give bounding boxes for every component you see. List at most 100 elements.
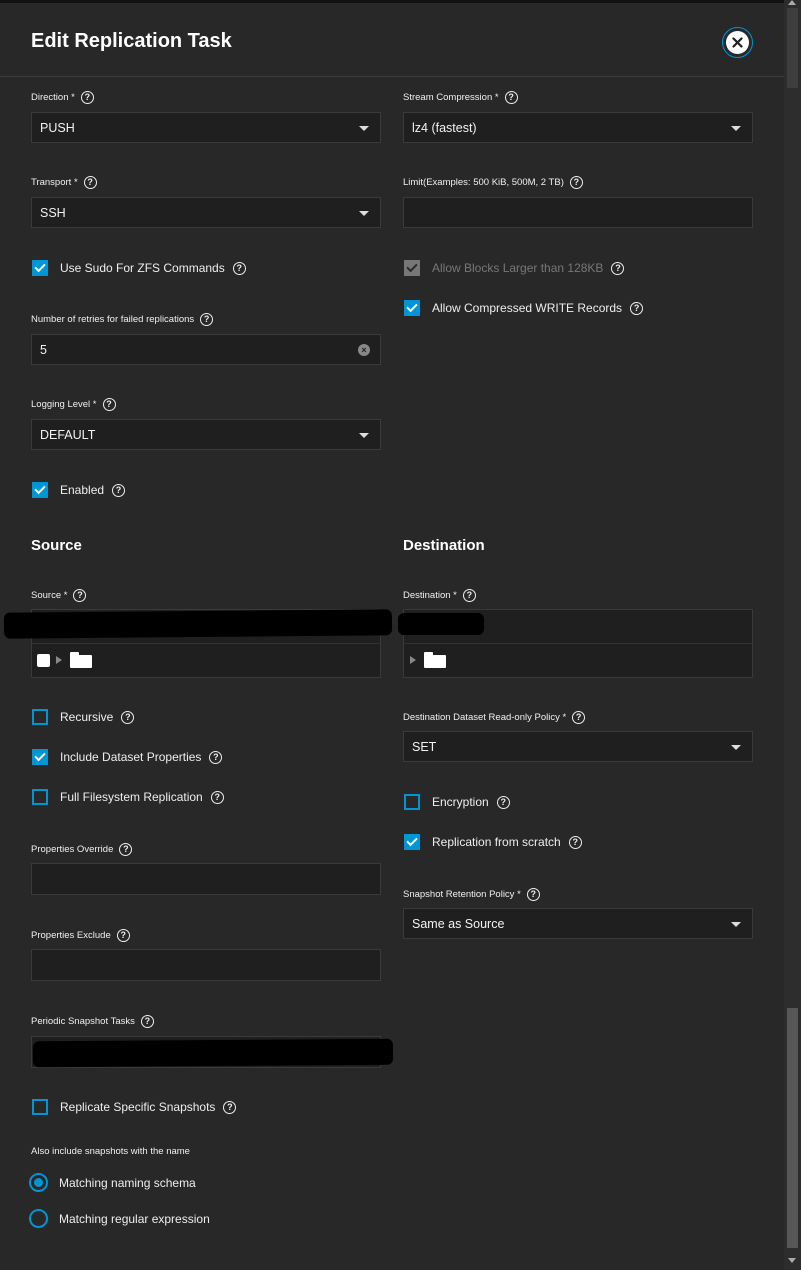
help-circle-icon[interactable]: ?: [210, 790, 224, 804]
scroll-up-icon[interactable]: [788, 0, 796, 5]
also-include-label: Also include snapshots with the name: [31, 1146, 190, 1157]
redacted-periodic-tasks: [32, 1038, 394, 1068]
help-circle-icon[interactable]: ?: [526, 888, 540, 901]
tree-divider: [32, 643, 380, 644]
dialog-header: Edit Replication Task: [0, 3, 784, 77]
chevron-down-icon: [731, 922, 741, 927]
logging-level-select[interactable]: DEFAULT: [31, 419, 381, 450]
folder-icon: [70, 652, 92, 668]
properties-override-label: Properties Override?: [31, 843, 133, 856]
help-circle-icon[interactable]: ?: [73, 589, 87, 602]
full-filesystem-checkbox[interactable]: Full Filesystem Replication?: [32, 789, 224, 805]
help-circle-icon[interactable]: ?: [80, 91, 94, 104]
checkbox-icon: [32, 789, 48, 805]
tree-checkbox[interactable]: [37, 653, 50, 667]
help-circle-icon[interactable]: ?: [572, 711, 586, 724]
chevron-down-icon: [731, 745, 741, 750]
retention-policy-label: Snapshot Retention Policy *?: [403, 888, 540, 901]
close-icon: [726, 31, 749, 54]
checkbox-checked-icon: [404, 300, 420, 316]
help-circle-icon[interactable]: ?: [223, 1100, 237, 1114]
scroll-down-icon[interactable]: [788, 1258, 796, 1263]
use-sudo-checkbox[interactable]: Use Sudo For ZFS Commands?: [32, 260, 246, 276]
redacted-destination-path: [398, 613, 484, 635]
properties-exclude-input[interactable]: [31, 949, 381, 981]
source-heading: Source: [31, 537, 82, 554]
transport-label: Transport *?: [31, 176, 97, 189]
checkbox-checked-icon: [32, 749, 48, 765]
radio-selected-icon: [29, 1173, 48, 1192]
source-label: Source *?: [31, 589, 87, 602]
help-circle-icon[interactable]: ?: [462, 589, 476, 602]
help-circle-icon[interactable]: ?: [209, 750, 223, 764]
source-tree-row[interactable]: [37, 652, 92, 668]
checkbox-icon: [404, 794, 420, 810]
allow-compressed-checkbox[interactable]: Allow Compressed WRITE Records?: [404, 300, 644, 316]
help-circle-icon[interactable]: ?: [611, 261, 625, 275]
help-circle-icon[interactable]: ?: [119, 843, 133, 856]
stream-compression-label: Stream Compression *?: [403, 91, 518, 104]
transport-select[interactable]: SSH: [31, 197, 381, 228]
stream-compression-select[interactable]: lz4 (fastest): [403, 112, 753, 143]
allow-blocks-larger-checkbox: Allow Blocks Larger than 128KB?: [404, 260, 625, 276]
help-circle-icon[interactable]: ?: [140, 1015, 154, 1028]
chevron-down-icon: [731, 126, 741, 131]
checkbox-checked-icon: [404, 260, 420, 276]
help-circle-icon[interactable]: ?: [116, 929, 130, 942]
destination-heading: Destination: [403, 537, 485, 554]
periodic-snapshot-tasks-label: Periodic Snapshot Tasks?: [31, 1015, 154, 1028]
radio-naming-schema[interactable]: Matching naming schema: [29, 1173, 196, 1192]
encryption-checkbox[interactable]: Encryption?: [404, 794, 510, 810]
help-circle-icon[interactable]: ?: [121, 710, 135, 724]
checkbox-icon: [32, 709, 48, 725]
checkbox-icon: [32, 1099, 48, 1115]
help-circle-icon[interactable]: ?: [630, 301, 644, 315]
help-circle-icon[interactable]: ?: [232, 261, 246, 275]
checkbox-checked-icon: [404, 834, 420, 850]
destination-tree-row[interactable]: [410, 652, 446, 668]
properties-override-input[interactable]: [31, 863, 381, 895]
help-circle-icon[interactable]: ?: [569, 176, 583, 189]
scrollbar[interactable]: [784, 0, 801, 1270]
expand-arrow-icon[interactable]: [56, 656, 62, 664]
replicate-specific-checkbox[interactable]: Replicate Specific Snapshots?: [32, 1099, 237, 1115]
checkbox-checked-icon: [32, 260, 48, 276]
chevron-down-icon: [359, 433, 369, 438]
close-button[interactable]: [722, 27, 753, 58]
expand-arrow-icon[interactable]: [410, 656, 416, 664]
dialog-title: Edit Replication Task: [31, 30, 232, 52]
readonly-policy-select[interactable]: SET: [403, 731, 753, 762]
scrollbar-thumb[interactable]: [787, 1008, 798, 1248]
replication-from-scratch-checkbox[interactable]: Replication from scratch?: [404, 834, 582, 850]
radio-regular-expression[interactable]: Matching regular expression: [29, 1209, 210, 1228]
properties-exclude-label: Properties Exclude?: [31, 929, 130, 942]
folder-icon: [424, 652, 446, 668]
help-circle-icon[interactable]: ?: [496, 795, 510, 809]
retention-policy-select[interactable]: Same as Source: [403, 908, 753, 939]
redacted-source-path: [3, 609, 393, 639]
recursive-checkbox[interactable]: Recursive?: [32, 709, 135, 725]
direction-label: Direction *?: [31, 91, 94, 104]
help-circle-icon[interactable]: ?: [504, 91, 518, 104]
retries-input[interactable]: 5 ×: [31, 334, 381, 365]
help-circle-icon[interactable]: ?: [102, 398, 116, 411]
destination-label: Destination *?: [403, 589, 476, 602]
chevron-down-icon: [359, 211, 369, 216]
include-properties-checkbox[interactable]: Include Dataset Properties?: [32, 749, 223, 765]
direction-select[interactable]: PUSH: [31, 112, 381, 143]
checkbox-checked-icon: [32, 482, 48, 498]
radio-icon: [29, 1209, 48, 1228]
limit-label: Limit(Examples: 500 KiB, 500M, 2 TB)?: [403, 176, 583, 189]
readonly-policy-label: Destination Dataset Read-only Policy *?: [403, 711, 586, 724]
help-circle-icon[interactable]: ?: [112, 483, 126, 497]
help-circle-icon[interactable]: ?: [568, 835, 582, 849]
clear-icon[interactable]: ×: [358, 344, 370, 356]
limit-input[interactable]: [403, 197, 753, 228]
help-circle-icon[interactable]: ?: [200, 313, 214, 326]
chevron-down-icon: [359, 126, 369, 131]
retries-label: Number of retries for failed replication…: [31, 313, 214, 326]
tree-divider: [404, 643, 752, 644]
enabled-checkbox[interactable]: Enabled?: [32, 482, 126, 498]
help-circle-icon[interactable]: ?: [83, 176, 97, 189]
scrollbar-track-top: [787, 8, 798, 88]
